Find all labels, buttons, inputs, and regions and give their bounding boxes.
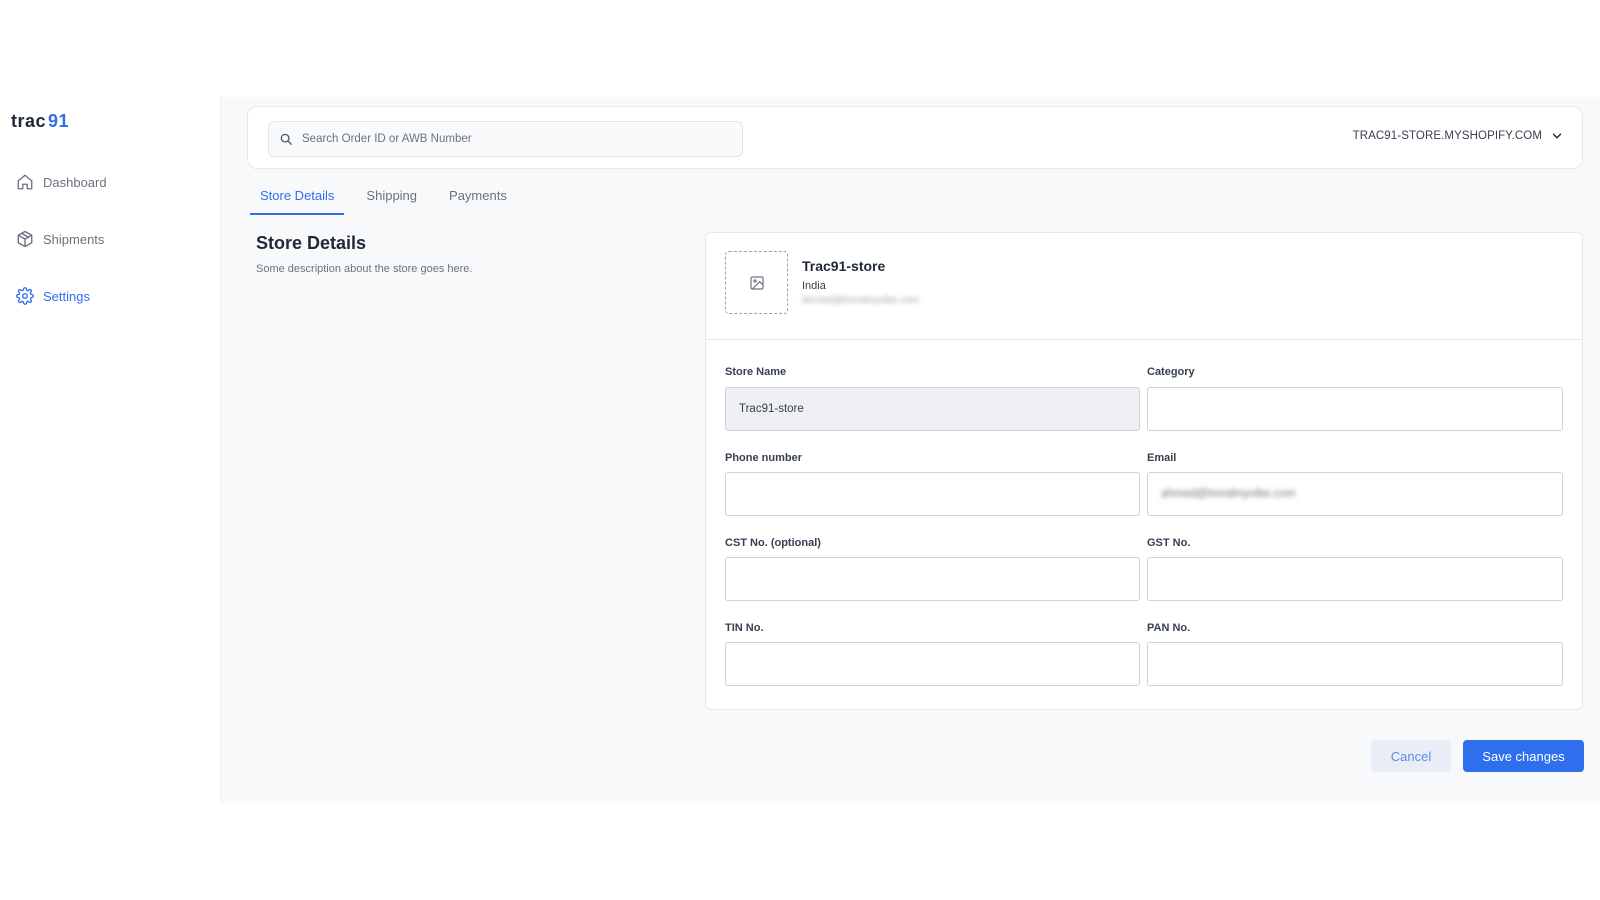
sidebar-item-shipments[interactable]: Shipments [0,224,221,254]
store-details-card: Trac91-store India ahmed@trendmyvibe.com… [705,232,1583,710]
email-field[interactable] [1161,488,1562,500]
tin-field[interactable] [739,658,1139,670]
store-summary: Trac91-store India ahmed@trendmyvibe.com [706,233,1582,340]
tab-payments[interactable]: Payments [439,185,517,215]
email-field-wrap [1147,472,1563,516]
email-label: Email [1147,452,1177,464]
category-field-wrap [1147,387,1563,431]
category-label: Category [1147,366,1195,378]
store-selector-dropdown[interactable]: TRAC91-STORE.MYSHOPIFY.COM [1353,129,1564,143]
pan-field-wrap [1147,642,1563,686]
chevron-down-icon [1550,129,1564,143]
tab-shipping[interactable]: Shipping [356,185,427,215]
category-field[interactable] [1161,403,1562,415]
pan-label: PAN No. [1147,622,1191,634]
sidebar-item-label: Dashboard [43,174,107,190]
settings-tabs: Store Details Shipping Payments [250,185,529,215]
store-name-field-wrap [725,387,1140,431]
image-placeholder-icon [749,275,765,291]
store-name-label: Store Name [725,366,787,378]
tin-field-wrap [725,642,1140,686]
main-content: TRAC91-STORE.MYSHOPIFY.COM Store Details… [221,97,1600,803]
sidebar-item-label: Shipments [43,231,105,247]
section-title: Store Details [256,233,367,253]
store-logo-upload[interactable] [725,251,788,314]
phone-field-wrap [725,472,1140,516]
app-root: trac 91 Dashboard Shipments Settings Sea… [0,97,1600,803]
cancel-button[interactable]: Cancel [1371,740,1451,772]
sidebar-item-dashboard[interactable]: Dashboard [0,167,221,197]
search-box [268,121,743,157]
store-selector-label: TRAC91-STORE.MYSHOPIFY.COM [1352,130,1542,142]
search-input[interactable] [302,133,732,145]
sidebar-item-label: Settings [43,288,90,304]
gst-field-wrap [1147,557,1563,601]
tin-label: TIN No. [725,622,764,634]
tab-store-details[interactable]: Store Details [250,185,345,215]
gst-field[interactable] [1161,573,1562,585]
logo-text: trac [11,111,47,131]
sidebar-nav: Dashboard Shipments Settings [0,167,221,338]
package-icon [16,230,34,248]
gear-icon [16,287,34,305]
search-icon [279,132,293,146]
gst-label: GST No. [1147,537,1191,549]
sidebar-item-settings[interactable]: Settings [0,281,221,311]
save-changes-button[interactable]: Save changes [1463,740,1584,772]
store-country: India [802,280,826,292]
pan-field[interactable] [1161,658,1562,670]
phone-field[interactable] [739,488,1139,500]
store-name-heading: Trac91-store [802,258,886,274]
store-name-field[interactable] [739,403,1139,415]
sidebar: trac 91 Dashboard Shipments Settings [0,97,221,803]
cst-field[interactable] [739,573,1139,585]
cst-label: CST No. (optional) [725,537,821,549]
cst-field-wrap [725,557,1140,601]
brand-logo[interactable]: trac 91 [11,111,69,132]
phone-label: Phone number [725,452,803,464]
top-bar: TRAC91-STORE.MYSHOPIFY.COM [247,106,1583,169]
logo-number: 91 [48,111,70,131]
section-description: Some description about the store goes he… [256,263,473,275]
home-icon [16,173,34,191]
store-email-redacted: ahmed@trendmyvibe.com [802,295,919,306]
